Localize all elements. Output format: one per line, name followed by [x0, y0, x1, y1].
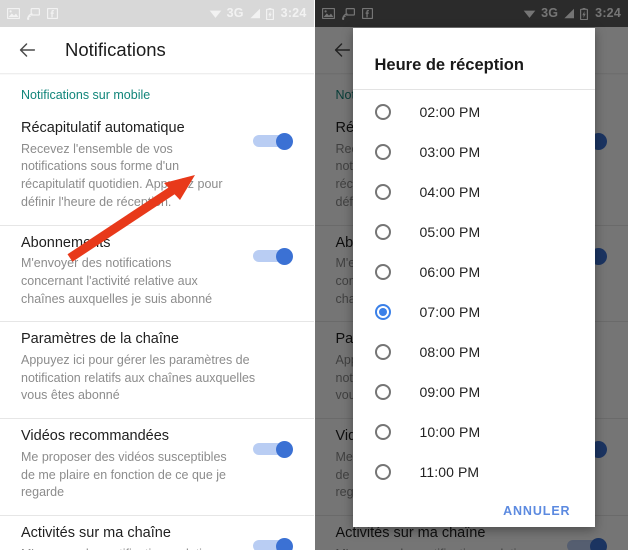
clock-label: 3:24	[280, 6, 307, 21]
dialog-options-list: 02:00 PM 03:00 PM 04:00 PM 05:00 PM 06:0…	[352, 89, 595, 492]
setting-row-text: Paramètres de la chaîne Appuyez ici pour…	[21, 330, 293, 405]
setting-switch-wrap	[245, 427, 293, 459]
radio-button-icon[interactable]	[374, 184, 391, 200]
radio-option-label: 03:00 PM	[419, 144, 481, 160]
setting-row-abonnements[interactable]: Abonnements M'envoyer des notifications …	[0, 224, 314, 322]
battery-icon	[265, 7, 274, 20]
setting-subtitle: M'envoyer des notifications concernant l…	[21, 256, 213, 306]
setting-title: Paramètres de la chaîne	[21, 331, 179, 348]
two-screen-comparison: 3G 3:24 Notifications Notifications sur …	[0, 0, 628, 550]
radio-option-0400pm[interactable]: 04:00 PM	[353, 172, 595, 212]
radio-option-label: 10:00 PM	[419, 424, 481, 440]
radio-option-label: 04:00 PM	[419, 184, 481, 200]
radio-option-0900pm[interactable]: 09:00 PM	[353, 372, 595, 412]
time-picker-dialog: Heure de réception 02:00 PM 03:00 PM 04:…	[352, 28, 595, 527]
setting-switch-wrap	[245, 524, 293, 550]
signal-icon	[250, 8, 260, 19]
setting-row-text: Récapitulatif automatique Recevez l'ense…	[21, 119, 245, 212]
dialog-title: Heure de réception	[374, 56, 524, 74]
setting-subtitle: Recevez l'ensemble de vos notifications …	[21, 141, 223, 209]
network-type-label: 3G	[226, 6, 244, 21]
radio-option-label: 02:00 PM	[419, 104, 481, 120]
cancel-button[interactable]: ANNULER	[499, 498, 574, 524]
radio-button-icon[interactable]	[374, 424, 391, 440]
radio-button-icon[interactable]	[374, 384, 391, 400]
status-bar-right-icons: 3G 3:24	[209, 7, 307, 20]
radio-button-selected-icon[interactable]	[374, 304, 391, 320]
radio-option-0300pm[interactable]: 03:00 PM	[353, 132, 595, 172]
switch-knob	[275, 133, 293, 150]
dialog-actions: ANNULER	[353, 492, 595, 546]
radio-button-icon[interactable]	[374, 344, 391, 360]
page-title: Notifications	[65, 39, 166, 60]
setting-subtitle: M'envoyer des notifications relatives au…	[21, 546, 237, 550]
wifi-icon	[209, 10, 221, 18]
toggle-switch-activites-chaine[interactable]	[252, 538, 293, 550]
toggle-switch-abonnements[interactable]	[252, 247, 293, 265]
screen-cast-icon	[27, 7, 40, 20]
setting-row-parametres-chaine[interactable]: Paramètres de la chaîne Appuyez ici pour…	[0, 321, 314, 418]
radio-option-label: 07:00 PM	[419, 304, 481, 320]
setting-title: Abonnements	[21, 234, 111, 251]
switch-knob	[275, 247, 293, 265]
radio-option-label: 11:00 PM	[419, 464, 480, 480]
setting-title: Activités sur ma chaîne	[21, 525, 171, 541]
radio-option-label: 06:00 PM	[419, 264, 481, 280]
switch-knob	[275, 538, 293, 550]
back-arrow-icon[interactable]	[16, 39, 38, 61]
setting-switch-wrap	[245, 119, 293, 150]
radio-option-0600pm[interactable]: 06:00 PM	[353, 252, 595, 292]
radio-button-icon[interactable]	[374, 264, 391, 280]
switch-knob	[275, 441, 293, 459]
left-phone-screen: 3G 3:24 Notifications Notifications sur …	[0, 0, 314, 550]
facebook-icon	[47, 8, 58, 19]
image-icon	[7, 8, 20, 19]
status-bar: 3G 3:24	[0, 0, 314, 27]
radio-button-icon[interactable]	[374, 144, 391, 160]
setting-row-activites-chaine[interactable]: Activités sur ma chaîne M'envoyer des no…	[0, 515, 314, 550]
setting-row-text: Vidéos recommandées Me proposer des vidé…	[21, 427, 245, 502]
setting-subtitle: Me proposer des vidéos susceptibles de m…	[21, 449, 227, 500]
radio-option-label: 09:00 PM	[419, 384, 481, 400]
setting-title: Vidéos recommandées	[21, 428, 170, 445]
radio-button-icon[interactable]	[374, 464, 391, 480]
setting-subtitle: Appuyez ici pour gérer les paramètres de…	[21, 352, 256, 403]
radio-option-label: 05:00 PM	[419, 224, 481, 240]
radio-button-icon[interactable]	[374, 104, 391, 120]
setting-row-recapitulatif[interactable]: Récapitulatif automatique Recevez l'ense…	[0, 111, 314, 225]
settings-list: Récapitulatif automatique Recevez l'ense…	[0, 111, 314, 550]
setting-row-text: Abonnements M'envoyer des notifications …	[21, 234, 245, 309]
radio-option-label: 08:00 PM	[419, 344, 481, 360]
radio-option-0700pm[interactable]: 07:00 PM	[353, 292, 595, 332]
toggle-switch-videos-recommandees[interactable]	[252, 441, 293, 459]
setting-switch-wrap	[245, 234, 293, 265]
setting-row-text: Activités sur ma chaîne M'envoyer des no…	[21, 524, 245, 550]
radio-option-1000pm[interactable]: 10:00 PM	[353, 412, 595, 452]
radio-option-0200pm[interactable]: 02:00 PM	[353, 92, 595, 132]
app-bar: Notifications	[0, 27, 314, 73]
right-phone-screen: 3G 3:24 Notifications Notifications sur …	[313, 0, 628, 550]
setting-row-videos-recommandees[interactable]: Vidéos recommandées Me proposer des vidé…	[0, 418, 314, 515]
radio-button-icon[interactable]	[374, 224, 391, 240]
setting-title: Récapitulatif automatique	[21, 120, 185, 136]
status-bar-left-icons	[7, 7, 58, 20]
toggle-switch-recapitulatif[interactable]	[252, 133, 293, 150]
radio-option-0800pm[interactable]: 08:00 PM	[353, 332, 595, 372]
section-header-mobile-notifications: Notifications sur mobile	[21, 88, 151, 102]
radio-option-0500pm[interactable]: 05:00 PM	[353, 212, 595, 252]
radio-option-1100pm[interactable]: 11:00 PM	[353, 452, 595, 492]
